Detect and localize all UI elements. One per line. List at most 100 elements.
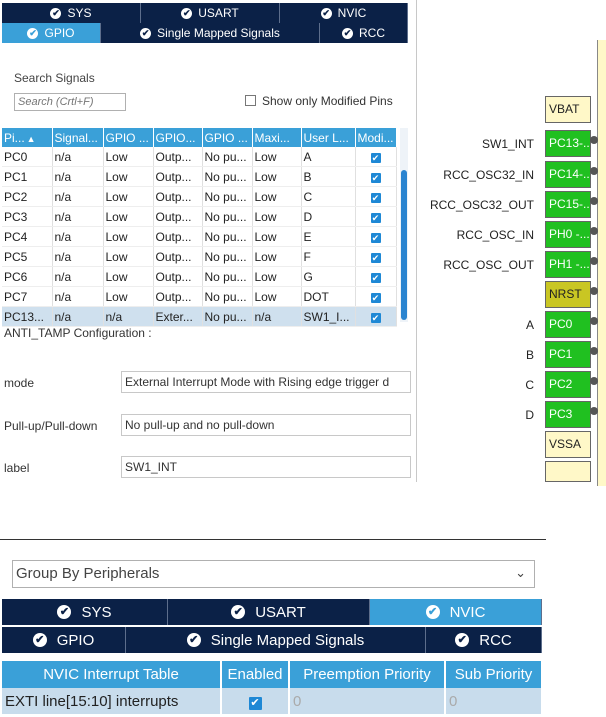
cell-modified: ✔ — [355, 206, 397, 227]
bottom-tab-nvic[interactable]: ✔ NVIC — [370, 599, 542, 625]
cell-sub-priority[interactable]: 0 — [445, 688, 543, 714]
column-header-user-label[interactable]: User L... — [301, 128, 356, 147]
table-row[interactable]: EXTI line[15:10] interrupts ✔ 0 0 — [2, 688, 543, 714]
cell-speed: Low — [252, 147, 302, 167]
search-input[interactable] — [14, 93, 126, 111]
cell-user-label: G — [301, 266, 356, 287]
tab-label: GPIO — [56, 631, 95, 649]
bottom-tab-sys[interactable]: ✔ SYS — [2, 599, 168, 625]
cell-modified: ✔ — [355, 186, 397, 207]
cell-pull: No pu... — [202, 226, 253, 247]
pin-connector-icon — [590, 197, 598, 205]
checkbox-checked-icon[interactable]: ✔ — [370, 192, 381, 203]
bottom-tab-rcc[interactable]: ✔ RCC — [426, 627, 542, 653]
pin-pc14[interactable]: PC14-... — [545, 161, 591, 188]
pin-pc13[interactable]: PC13-... — [545, 130, 591, 157]
column-header-gpio-output-level[interactable]: GPIO ... — [103, 128, 154, 147]
top-tab-single-mapped[interactable]: ✔ Single Mapped Signals — [101, 23, 320, 43]
pin-ph1[interactable]: PH1 -... — [545, 251, 591, 278]
pin-pc3[interactable]: PC3 — [545, 401, 591, 428]
tab-label: RCC — [359, 26, 385, 40]
cell-speed: Low — [252, 286, 302, 307]
table-row[interactable]: PC0 n/a Low Outp... No pu... Low A ✔ — [2, 147, 397, 167]
table-row[interactable]: PC6 n/a Low Outp... No pu... Low G ✔ — [2, 266, 397, 287]
column-header-max-speed[interactable]: Maxi... — [252, 128, 302, 147]
tab-label: GPIO — [44, 26, 75, 40]
pin-pc0[interactable]: PC0 — [545, 311, 591, 338]
pin-ph0[interactable]: PH0 -... — [545, 221, 591, 248]
tab-label: NVIC — [449, 603, 486, 621]
pin-label-rcc-osc-in: RCC_OSC_IN — [456, 228, 534, 242]
column-header-interrupt[interactable]: NVIC Interrupt Table — [2, 661, 222, 688]
search-label: Search Signals — [14, 71, 95, 85]
column-header-gpio-pull[interactable]: GPIO ... — [202, 128, 253, 147]
checkbox-checked-icon[interactable]: ✔ — [370, 272, 381, 283]
cell-signal: n/a — [52, 266, 104, 287]
cell-mode: Outp... — [153, 186, 203, 207]
table-row[interactable]: PC1 n/a Low Outp... No pu... Low B ✔ — [2, 166, 397, 187]
column-header-enabled[interactable]: Enabled — [221, 661, 290, 688]
cell-pin: PC0 — [2, 147, 53, 167]
cell-signal: n/a — [52, 306, 104, 327]
checkbox-checked-icon[interactable]: ✔ — [370, 232, 381, 243]
tab-label: RCC — [479, 631, 512, 649]
column-header-sub-priority[interactable]: Sub Priority — [445, 661, 543, 688]
checkbox-checked-icon[interactable]: ✔ — [370, 172, 381, 183]
table-row[interactable]: PC2 n/a Low Outp... No pu... Low C ✔ — [2, 186, 397, 207]
top-tab-nvic[interactable]: ✔ NVIC — [280, 3, 408, 23]
checkbox-checked-icon[interactable]: ✔ — [370, 212, 381, 223]
checkbox-checked-icon[interactable]: ✔ — [370, 312, 381, 323]
checkbox-checked-icon[interactable]: ✔ — [370, 292, 381, 303]
show-modified-checkbox[interactable] — [245, 95, 256, 106]
cell-output-level: n/a — [103, 306, 154, 327]
pin-pc2[interactable]: PC2 — [545, 371, 591, 398]
column-header-gpio-mode[interactable]: GPIO... — [153, 128, 203, 147]
top-tab-usart[interactable]: ✔ USART — [141, 3, 280, 23]
checkbox-checked-icon[interactable]: ✔ — [248, 696, 262, 710]
checkbox-checked-icon[interactable]: ✔ — [370, 152, 381, 163]
column-header-preemption[interactable]: Preemption Priority — [289, 661, 446, 688]
cell-mode: Exter... — [153, 306, 203, 327]
cell-modified: ✔ — [355, 306, 397, 327]
cell-user-label: SW1_I... — [301, 306, 356, 327]
top-tab-sys[interactable]: ✔ SYS — [2, 3, 141, 23]
user-label-field[interactable]: SW1_INT — [121, 456, 411, 478]
bottom-tab-gpio[interactable]: ✔ GPIO — [2, 627, 126, 653]
checkbox-checked-icon[interactable]: ✔ — [370, 252, 381, 263]
top-tab-rcc[interactable]: ✔ RCC — [320, 23, 408, 43]
pull-field[interactable]: No pull-up and no pull-down — [121, 414, 411, 436]
cell-speed: Low — [252, 226, 302, 247]
column-header-signal[interactable]: Signal... — [52, 128, 104, 147]
bottom-tab-single-mapped[interactable]: ✔ Single Mapped Signals — [126, 627, 426, 653]
cell-pin: PC5 — [2, 246, 53, 267]
group-by-select[interactable]: Group By Peripherals ⌄ — [12, 560, 535, 588]
check-circle-icon: ✔ — [181, 7, 193, 19]
cell-mode: Outp... — [153, 266, 203, 287]
pin-pc1[interactable]: PC1 — [545, 341, 591, 368]
cell-output-level: Low — [103, 206, 154, 227]
cell-preemption[interactable]: 0 — [289, 688, 446, 714]
table-row[interactable]: PC3 n/a Low Outp... No pu... Low D ✔ — [2, 206, 397, 227]
pin-connector-icon — [590, 167, 598, 175]
mode-field[interactable]: External Interrupt Mode with Rising edge… — [121, 371, 411, 393]
pin-label-a: A — [525, 318, 534, 332]
table-row-selected[interactable]: PC13... n/a n/a Exter... No pu... n/a SW… — [2, 306, 397, 327]
bottom-tab-usart[interactable]: ✔ USART — [168, 599, 370, 625]
table-scrollbar-thumb[interactable] — [401, 170, 407, 320]
table-row[interactable]: PC5 n/a Low Outp... No pu... Low F ✔ — [2, 246, 397, 267]
tab-label: Single Mapped Signals — [157, 26, 280, 40]
pin-nrst[interactable]: NRST — [545, 281, 591, 308]
pin-vbat[interactable]: VBAT — [545, 96, 591, 123]
table-row[interactable]: PC7 n/a Low Outp... No pu... Low DOT ✔ — [2, 286, 397, 307]
table-row[interactable]: PC4 n/a Low Outp... No pu... Low E ✔ — [2, 226, 397, 247]
cell-modified: ✔ — [355, 266, 397, 287]
top-tab-gpio[interactable]: ✔ GPIO — [2, 23, 101, 43]
column-header-modified[interactable]: Modi... — [355, 128, 397, 147]
pin-vssa[interactable]: VSSA — [545, 431, 591, 458]
column-header-pin[interactable]: Pi... ▲ — [2, 128, 53, 147]
cell-pull: No pu... — [202, 266, 253, 287]
cell-pull: No pu... — [202, 286, 253, 307]
pin-connector-icon — [590, 287, 598, 295]
pin-pc15[interactable]: PC15-... — [545, 191, 591, 218]
cell-mode: Outp... — [153, 286, 203, 307]
